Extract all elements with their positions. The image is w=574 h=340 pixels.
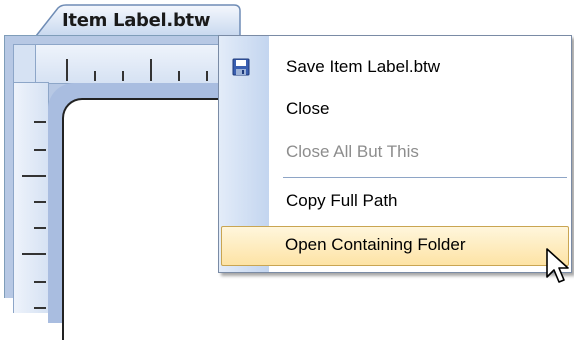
save-icon xyxy=(232,58,250,76)
menu-item-save[interactable]: Save Item Label.btw xyxy=(221,48,569,86)
menu-item-label: Copy Full Path xyxy=(286,191,398,210)
menu-separator xyxy=(283,177,567,178)
mouse-pointer-icon xyxy=(546,248,569,283)
menu-item-close-all-but-this: Close All But This xyxy=(221,133,569,171)
menu-item-copy-full-path[interactable]: Copy Full Path xyxy=(221,182,569,220)
menu-item-label: Close xyxy=(286,99,330,118)
menu-item-label: Close All But This xyxy=(286,142,419,161)
menu-item-label: Save Item Label.btw xyxy=(286,57,441,76)
menu-item-label: Open Containing Folder xyxy=(285,235,466,254)
menu-item-close[interactable]: Close xyxy=(221,90,569,128)
document-tab-label: Item Label.btw xyxy=(62,10,211,31)
vertical-ruler xyxy=(13,82,49,313)
tab-context-menu: Save Item Label.btw Close Close All But … xyxy=(218,35,572,273)
document-frame xyxy=(4,35,264,340)
menu-item-open-containing-folder[interactable]: Open Containing Folder xyxy=(221,226,569,266)
document-tab[interactable]: Item Label.btw xyxy=(36,4,241,36)
